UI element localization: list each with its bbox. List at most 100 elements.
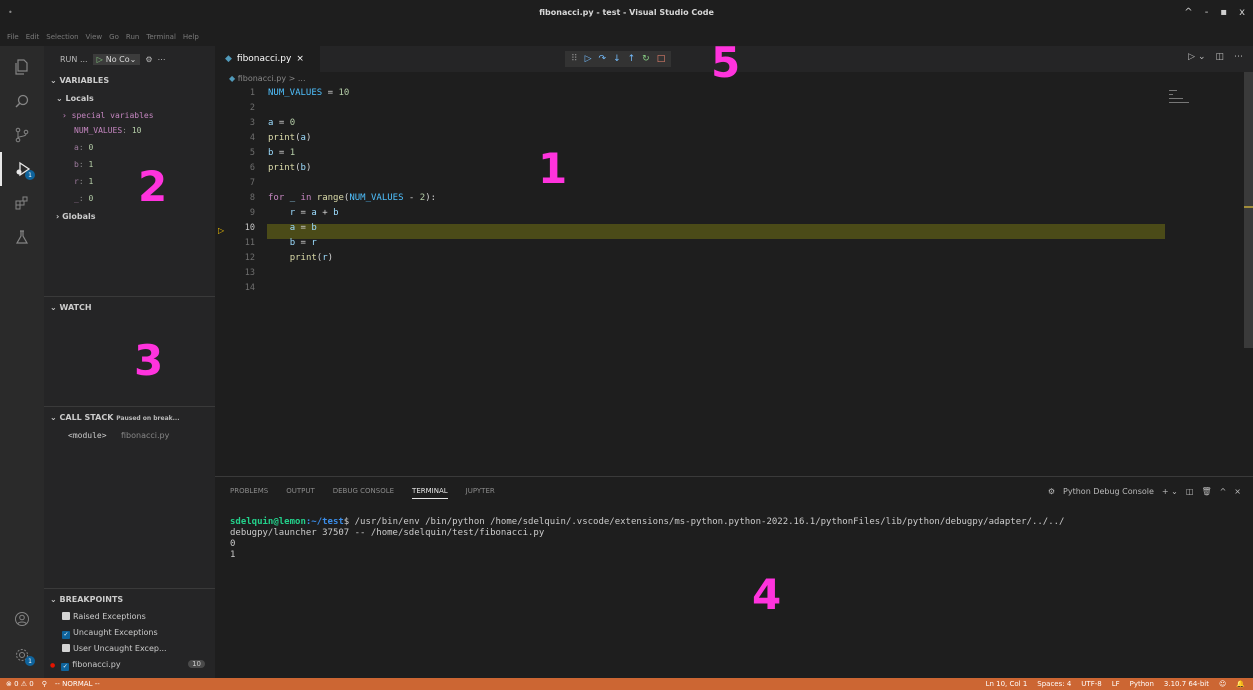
indentation[interactable]: Spaces: 4: [1037, 680, 1071, 688]
collapse-icon[interactable]: ^: [1184, 7, 1192, 18]
code-line: print(b): [268, 163, 312, 173]
close-tab-icon[interactable]: ×: [296, 54, 304, 64]
split-editor-icon[interactable]: ◫: [1215, 52, 1224, 62]
paused-breakpoint-icon[interactable]: ▷: [218, 226, 224, 235]
explorer-icon[interactable]: [0, 50, 44, 84]
variable-row[interactable]: a: 0: [74, 143, 93, 152]
extensions-icon[interactable]: [0, 186, 44, 220]
close-icon[interactable]: x: [1239, 7, 1245, 18]
start-debug-icon[interactable]: ▷: [97, 55, 103, 64]
editor-scrollbar[interactable]: [1244, 72, 1253, 348]
checkbox[interactable]: [62, 644, 70, 652]
locals-scope[interactable]: ⌄ Locals: [56, 94, 94, 103]
tab-output[interactable]: OUTPUT: [286, 487, 315, 499]
special-variables[interactable]: › special variables: [62, 111, 154, 120]
terminal-line: sdelquin@lemon:~/test$ /usr/bin/env /bin…: [230, 517, 1245, 528]
line-number: 6: [249, 163, 255, 173]
accounts-icon[interactable]: [0, 602, 44, 636]
title-bar: • fibonacci.py - test - Visual Studio Co…: [0, 0, 1253, 28]
variables-section-header[interactable]: ⌄ VARIABLES: [44, 76, 215, 85]
code-line: for _ in range(NUM_VALUES - 2):: [268, 193, 437, 203]
more-actions-icon[interactable]: ⋯: [158, 55, 166, 64]
close-panel-icon[interactable]: ×: [1234, 487, 1241, 496]
tab-fibonacci[interactable]: ◆ fibonacci.py ×: [215, 46, 320, 72]
minimize-icon[interactable]: -: [1205, 7, 1209, 18]
callstack-section-header[interactable]: ⌄ CALL STACK Paused on break...: [44, 413, 215, 422]
gear-icon[interactable]: ⚙: [145, 55, 152, 64]
trash-icon[interactable]: 🗑: [1201, 487, 1211, 496]
stop-icon[interactable]: □: [657, 54, 666, 64]
run-header: RUN ... ▷ No Co ⌄ ⚙ ⋯: [44, 46, 215, 72]
breakpoint-user-uncaught[interactable]: User Uncaught Excep...: [62, 644, 167, 653]
stack-frame[interactable]: <module> fibonacci.py: [68, 431, 169, 440]
variables-title: VARIABLES: [59, 76, 110, 85]
breakpoints-section-header[interactable]: ⌄ BREAKPOINTS: [44, 595, 215, 604]
run-debug-icon[interactable]: 1: [0, 152, 44, 186]
variable-row[interactable]: b: 1: [74, 160, 93, 169]
terminal-output[interactable]: sdelquin@lemon:~/test$ /usr/bin/env /bin…: [230, 517, 1245, 561]
more-actions-icon[interactable]: ⋯: [1234, 52, 1243, 62]
testing-icon[interactable]: [0, 220, 44, 254]
python-interpreter[interactable]: 3.10.7 64-bit: [1164, 680, 1209, 688]
source-control-icon[interactable]: [0, 118, 44, 152]
checkbox[interactable]: ✓: [61, 663, 70, 671]
editor-area: ◆ fibonacci.py × ⠿ ▷ ↷ ↓ ↑ ↻ □ ▷ ⌄ ◫ ⋯ ◆…: [215, 46, 1253, 476]
minimap[interactable]: [1169, 90, 1191, 108]
breakpoint-line-badge: 10: [188, 660, 205, 668]
cursor-position[interactable]: Ln 10, Col 1: [986, 680, 1028, 688]
run-file-icon[interactable]: ▷ ⌄: [1188, 52, 1205, 62]
locals-title: Locals: [65, 94, 94, 103]
continue-icon[interactable]: ▷: [585, 54, 592, 64]
terminal-selector[interactable]: Python Debug Console: [1063, 487, 1154, 496]
menu-file[interactable]: File: [7, 33, 19, 41]
step-into-icon[interactable]: ↓: [613, 54, 621, 64]
menu-edit[interactable]: Edit: [26, 33, 40, 41]
split-terminal-icon[interactable]: ◫: [1186, 487, 1194, 496]
menu-selection[interactable]: Selection: [46, 33, 78, 41]
maximize-icon[interactable]: ▪: [1220, 7, 1227, 18]
annotation-5: 5: [711, 38, 741, 87]
checkbox[interactable]: ✓: [62, 631, 70, 639]
callstack-status: Paused on break...: [116, 415, 180, 422]
feedback-icon[interactable]: ☺: [1219, 680, 1226, 688]
language-mode[interactable]: Python: [1130, 680, 1154, 688]
breakpoint-label: User Uncaught Excep...: [73, 644, 167, 653]
tab-debug-console[interactable]: DEBUG CONSOLE: [333, 487, 394, 499]
manage-gear-icon[interactable]: 1: [0, 638, 44, 672]
drag-handle-icon[interactable]: ⠿: [571, 54, 578, 64]
menu-help[interactable]: Help: [183, 33, 199, 41]
menu-view[interactable]: View: [86, 33, 103, 41]
debug-console-icon: ⚙: [1047, 487, 1056, 496]
breakpoint-uncaught-exceptions[interactable]: ✓ Uncaught Exceptions: [62, 628, 158, 639]
variable-row[interactable]: _: 0: [74, 194, 93, 203]
launch-config-select[interactable]: ▷ No Co ⌄: [92, 53, 141, 65]
step-over-icon[interactable]: ↷: [599, 54, 607, 64]
problems-status[interactable]: ⊗ 0 ⚠ 0: [6, 680, 34, 688]
variable-row[interactable]: NUM_VALUES: 10: [74, 126, 141, 135]
tab-problems[interactable]: PROBLEMS: [230, 487, 268, 499]
debug-status-icon[interactable]: ⚲: [42, 680, 47, 688]
new-terminal-icon[interactable]: + ⌄: [1162, 487, 1178, 496]
encoding[interactable]: UTF-8: [1081, 680, 1101, 688]
tab-terminal[interactable]: TERMINAL: [412, 487, 448, 499]
step-out-icon[interactable]: ↑: [628, 54, 636, 64]
breakpoint-file[interactable]: ● ✓ fibonacci.py 10: [50, 660, 215, 671]
search-icon[interactable]: [0, 84, 44, 118]
tab-jupyter[interactable]: JUPYTER: [466, 487, 495, 499]
maximize-panel-icon[interactable]: ^: [1220, 487, 1227, 496]
end-of-line[interactable]: LF: [1112, 680, 1120, 688]
menu-terminal[interactable]: Terminal: [146, 33, 176, 41]
globals-scope[interactable]: › Globals: [56, 212, 96, 221]
chevron-down-icon: ⌄: [129, 54, 137, 64]
breadcrumb[interactable]: ◆ fibonacci.py > ...: [229, 74, 305, 83]
variable-row[interactable]: r: 1: [74, 177, 93, 186]
checkbox[interactable]: [62, 612, 70, 620]
notifications-icon[interactable]: 🔔: [1236, 680, 1245, 688]
breakpoint-raised-exceptions[interactable]: Raised Exceptions: [62, 612, 146, 621]
menu-run[interactable]: Run: [126, 33, 139, 41]
watch-section-header[interactable]: ⌄ WATCH: [44, 303, 215, 312]
annotation-4: 4: [752, 570, 782, 619]
variable-name: NUM_VALUES: [74, 126, 123, 135]
menu-go[interactable]: Go: [109, 33, 119, 41]
restart-icon[interactable]: ↻: [642, 54, 650, 64]
